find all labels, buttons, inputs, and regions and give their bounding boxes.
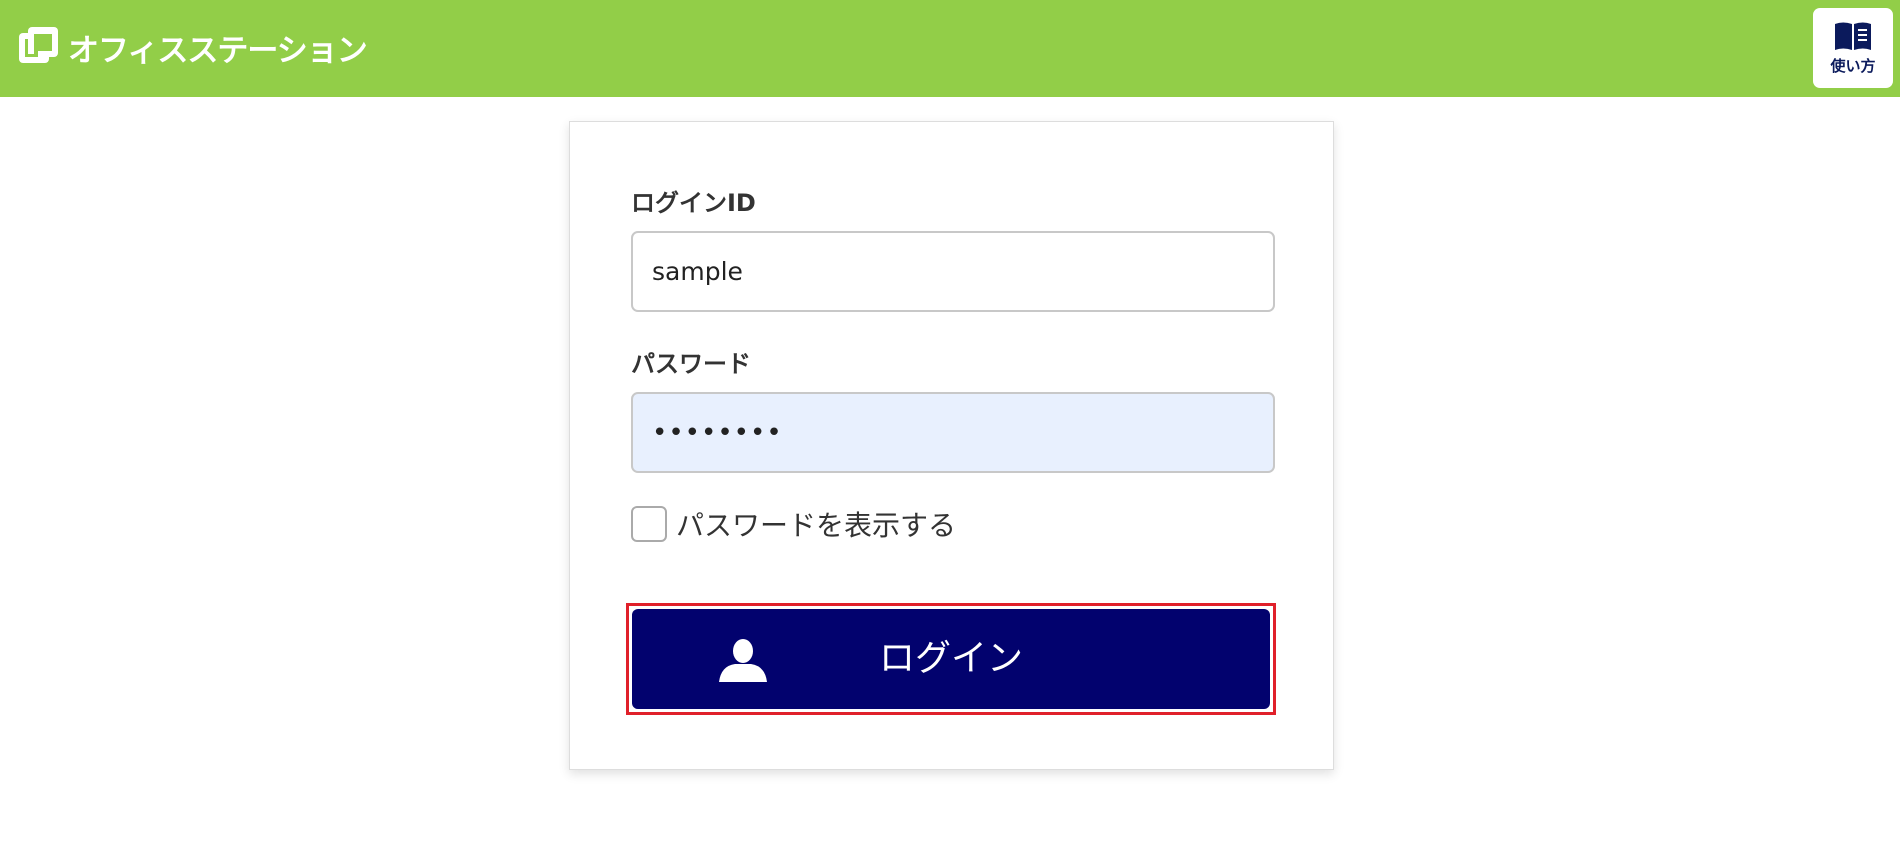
show-password-checkbox[interactable] (631, 506, 667, 542)
brand-name: オフィスステーション (68, 32, 368, 69)
login-id-input[interactable] (631, 231, 1275, 312)
login-button-label: ログイン (878, 638, 1023, 679)
book-icon (1835, 22, 1871, 50)
help-label: 使い方 (1830, 56, 1876, 75)
login-card: ログインID パスワード パスワードを表示する ログイン (569, 121, 1334, 770)
show-password-toggle[interactable]: パスワードを表示する (631, 505, 956, 543)
office-station-logo-icon (19, 27, 58, 63)
login-id-label: ログインID (631, 189, 756, 217)
help-button[interactable]: 使い方 (1813, 8, 1893, 88)
password-input[interactable] (631, 392, 1275, 473)
password-label: パスワード (631, 350, 751, 378)
show-password-label[interactable]: パスワードを表示する (676, 504, 956, 544)
login-button[interactable]: ログイン (632, 609, 1270, 709)
brand[interactable]: オフィスステーション (19, 27, 368, 69)
top-header: オフィスステーション 使い方 (0, 0, 1900, 97)
